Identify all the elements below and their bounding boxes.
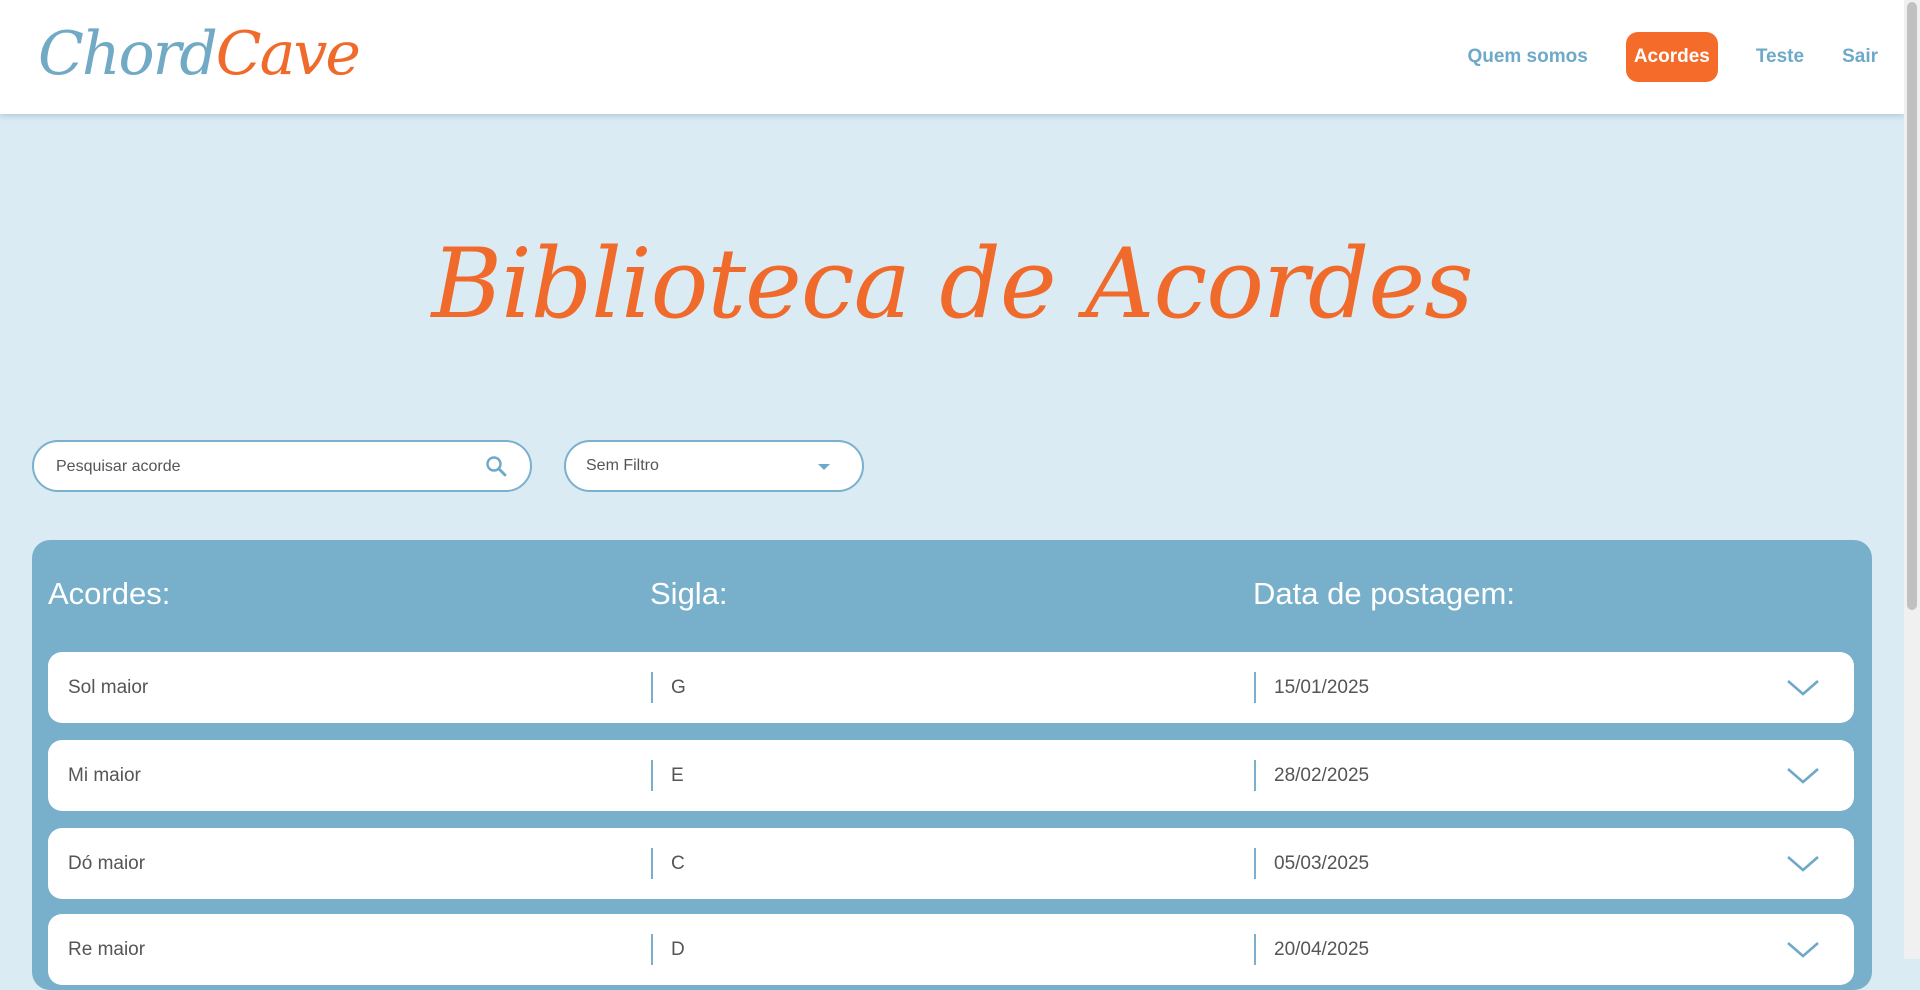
logo[interactable]: ChordCave bbox=[38, 14, 361, 94]
nav-acordes[interactable]: Acordes bbox=[1625, 32, 1718, 82]
chord-date: 20/04/2025 bbox=[1253, 914, 1369, 985]
chevron-down-icon[interactable] bbox=[1786, 936, 1820, 962]
search-box bbox=[32, 440, 532, 492]
chord-date: 05/03/2025 bbox=[1253, 828, 1369, 899]
top-navbar: ChordCave Quem somos Acordes Teste Sair bbox=[0, 0, 1904, 114]
scrollbar-track[interactable] bbox=[1904, 0, 1920, 959]
column-header-acordes: Acordes: bbox=[48, 576, 171, 611]
chord-symbol: G bbox=[651, 652, 686, 723]
scrollbar-thumb[interactable] bbox=[1907, 2, 1917, 610]
main-nav: Quem somos Acordes Teste Sair bbox=[1429, 32, 1904, 82]
column-header-data: Data de postagem: bbox=[1253, 576, 1515, 611]
chord-name: Dó maior bbox=[68, 853, 146, 874]
table-row[interactable]: Re maior D 20/04/2025 bbox=[48, 914, 1854, 985]
nav-quem-somos[interactable]: Quem somos bbox=[1467, 46, 1587, 68]
table-row[interactable]: Sol maior G 15/01/2025 bbox=[48, 652, 1854, 723]
chord-date: 28/02/2025 bbox=[1253, 740, 1369, 811]
chevron-down-icon[interactable] bbox=[1786, 850, 1820, 876]
logo-part-chord: Chord bbox=[38, 19, 218, 89]
chevron-down-icon[interactable] bbox=[1786, 762, 1820, 788]
chord-symbol: C bbox=[651, 828, 685, 899]
column-header-sigla: Sigla: bbox=[650, 576, 728, 611]
chord-name: Sol maior bbox=[68, 677, 149, 698]
table-row[interactable]: Dó maior C 05/03/2025 bbox=[48, 828, 1854, 899]
chords-table: Acordes: Sigla: Data de postagem: Sol ma… bbox=[32, 540, 1872, 990]
caret-down-icon bbox=[818, 464, 830, 470]
chord-date: 15/01/2025 bbox=[1253, 652, 1369, 723]
chord-symbol: E bbox=[651, 740, 684, 811]
page-title: Biblioteca de Acordes bbox=[431, 228, 1474, 340]
chord-name: Re maior bbox=[68, 939, 146, 960]
chord-symbol: D bbox=[651, 914, 685, 985]
logo-part-cave: Cave bbox=[215, 19, 361, 89]
chord-name: Mi maior bbox=[68, 765, 141, 786]
filter-selected-value: Sem Filtro bbox=[586, 457, 659, 474]
search-icon[interactable] bbox=[484, 454, 508, 478]
nav-teste[interactable]: Teste bbox=[1756, 46, 1804, 68]
chevron-down-icon[interactable] bbox=[1786, 674, 1820, 700]
filter-select[interactable]: Sem Filtro bbox=[564, 440, 864, 492]
search-input[interactable] bbox=[54, 442, 478, 492]
nav-sair[interactable]: Sair bbox=[1842, 46, 1878, 68]
table-row[interactable]: Mi maior E 28/02/2025 bbox=[48, 740, 1854, 811]
